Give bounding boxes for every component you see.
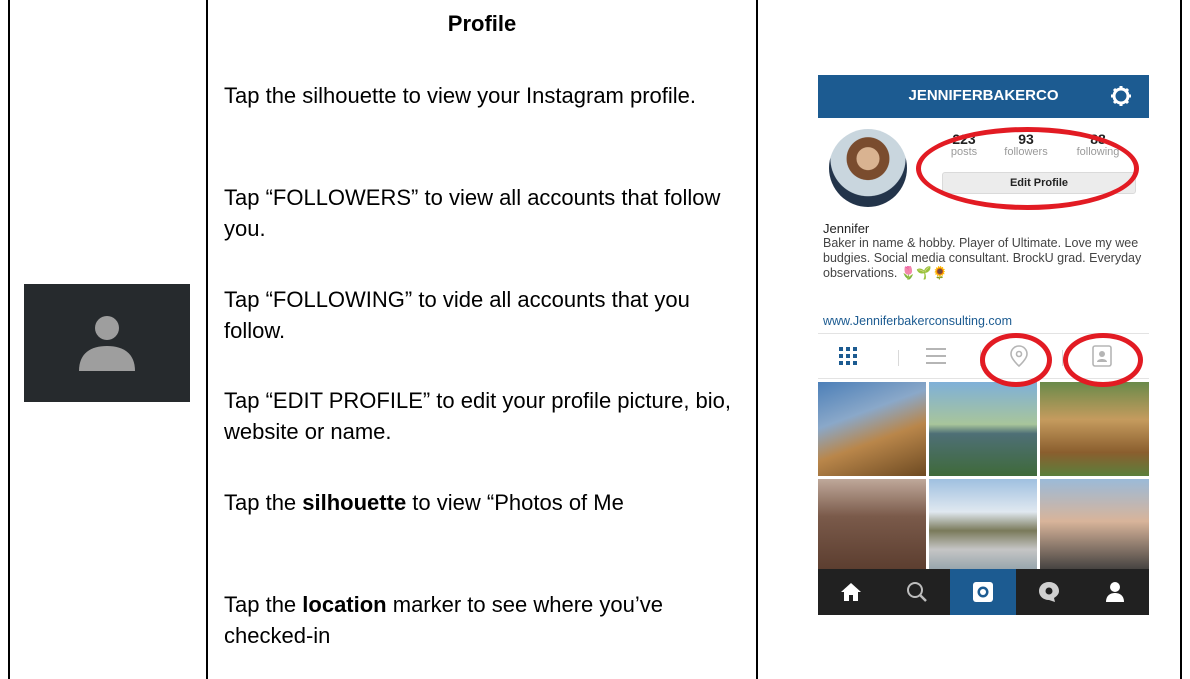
section-title: Profile <box>447 11 517 36</box>
search-icon <box>907 582 927 602</box>
followers-label: followers <box>1004 146 1048 158</box>
instagram-profile-screenshot: JENNIFERBAKERCO 223 posts 93 followers 8… <box>818 75 1149 615</box>
edit-profile-button[interactable]: Edit Profile <box>942 172 1136 194</box>
tab-separator <box>980 350 981 366</box>
posts-count: 223 <box>952 131 976 147</box>
instruction-photos-of-me: Tap the silhouette to view “Photos of Me <box>224 490 624 515</box>
username-title: JENNIFERBAKERCO <box>908 87 1059 104</box>
posts-label: posts <box>950 146 978 158</box>
instruction-profile: Tap the silhouette to view your Instagra… <box>224 83 697 108</box>
profile-name: Jennifer <box>823 221 870 236</box>
nav-search[interactable] <box>884 569 950 615</box>
photo-thumbnail[interactable] <box>1040 382 1149 476</box>
photo-thumbnail[interactable] <box>818 382 926 476</box>
nav-camera[interactable] <box>950 569 1016 615</box>
following-label: following <box>1076 146 1120 158</box>
instruction-following: Tap “FOLLOWING” to vide all accounts tha… <box>224 287 690 343</box>
table-divider-1 <box>206 0 208 679</box>
tab-separator <box>898 350 899 366</box>
nav-home[interactable] <box>818 569 884 615</box>
photo-grid <box>818 382 1149 573</box>
person-silhouette-icon <box>79 316 135 371</box>
profile-icon <box>1106 582 1124 602</box>
stat-posts[interactable]: 223 posts <box>944 131 984 158</box>
profile-silhouette-button[interactable] <box>24 284 190 402</box>
stat-followers[interactable]: 93 followers <box>998 131 1054 158</box>
instruction-followers: Tap “FOLLOWERS” to view all accounts tha… <box>224 185 721 241</box>
avatar[interactable] <box>829 129 907 207</box>
table-border-right <box>1180 0 1182 679</box>
photo-thumbnail[interactable] <box>929 479 1037 573</box>
stat-following[interactable]: 88 following <box>1066 131 1130 158</box>
list-icon[interactable] <box>924 344 948 368</box>
instruction-edit-profile: Tap “EDIT PROFILE” to edit your profile … <box>224 388 732 444</box>
photo-thumbnail[interactable] <box>929 382 1037 476</box>
profile-website-link[interactable]: www.Jenniferbakerconsulting.com <box>823 314 1012 328</box>
location-pin-icon[interactable] <box>1007 344 1031 368</box>
gear-icon[interactable] <box>1110 85 1132 107</box>
camera-icon <box>973 582 993 602</box>
following-count: 88 <box>1090 131 1106 147</box>
followers-count: 93 <box>1018 131 1034 147</box>
grid-icon[interactable] <box>836 344 860 368</box>
photo-thumbnail[interactable] <box>818 479 926 573</box>
bottom-navigation <box>818 569 1149 615</box>
photo-thumbnail[interactable] <box>1040 479 1149 573</box>
photos-of-me-icon[interactable] <box>1090 344 1114 368</box>
table-border-left <box>8 0 10 679</box>
profile-tab-bar <box>818 333 1149 379</box>
instruction-location: Tap the location marker to see where you… <box>224 592 663 648</box>
nav-profile[interactable] <box>1082 569 1149 615</box>
tab-separator <box>1062 350 1063 366</box>
app-header: JENNIFERBAKERCO <box>818 75 1149 118</box>
profile-bio: Baker in name & hobby. Player of Ultimat… <box>823 236 1142 280</box>
activity-icon <box>1039 582 1059 602</box>
home-icon <box>841 583 861 601</box>
table-divider-2 <box>756 0 758 679</box>
nav-activity[interactable] <box>1016 569 1082 615</box>
